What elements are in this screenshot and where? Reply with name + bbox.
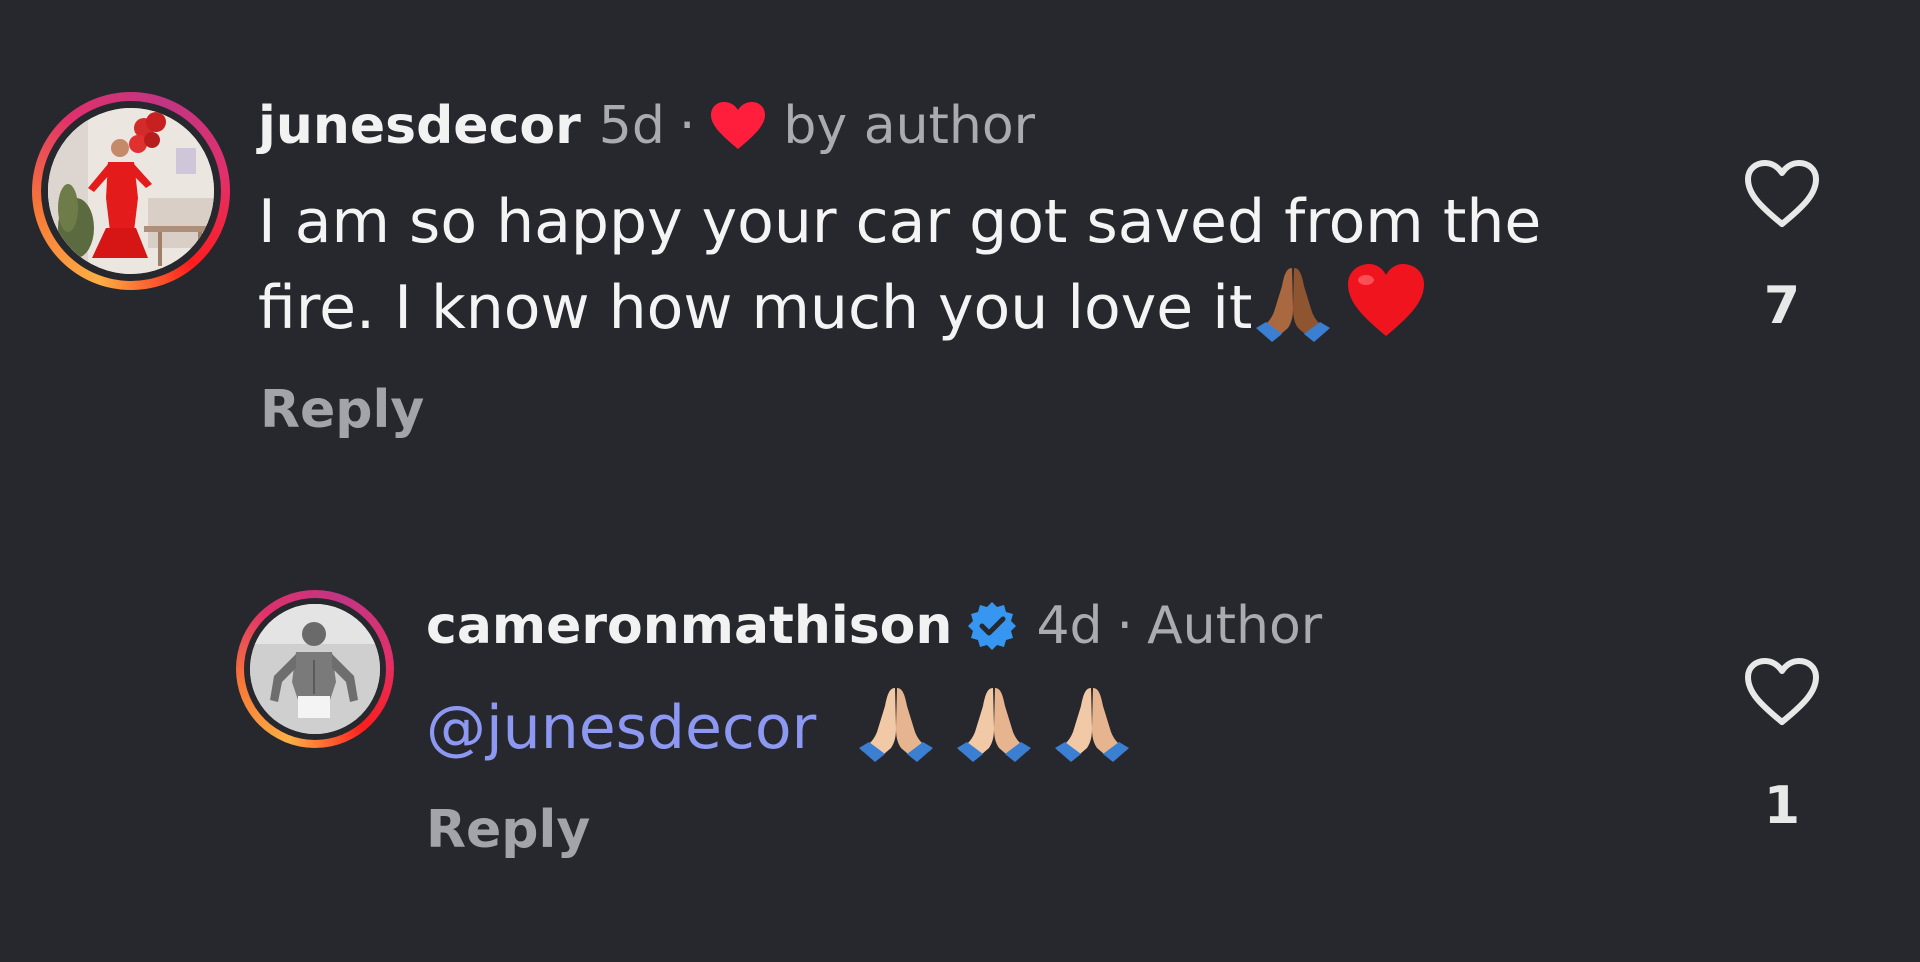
heart-outline-icon[interactable] bbox=[1742, 656, 1822, 728]
author-tag: Author bbox=[1147, 596, 1323, 656]
red-heart-emoji-icon bbox=[1344, 262, 1428, 340]
comment-header: junesdecor 5d · by author bbox=[258, 96, 1035, 156]
mention-link[interactable]: @junesdecor bbox=[426, 693, 816, 763]
timestamp: 5d bbox=[598, 96, 665, 156]
avatar-junesdecor[interactable] bbox=[32, 92, 230, 290]
avatar-photo bbox=[250, 604, 380, 734]
red-heart-icon bbox=[709, 101, 767, 151]
separator: · bbox=[1116, 596, 1134, 656]
username[interactable]: junesdecor bbox=[258, 96, 581, 156]
reply-button[interactable]: Reply bbox=[260, 380, 424, 440]
comment-text-line-2-wrap: fire. I know how much you love it bbox=[258, 262, 1541, 348]
comment-text-line-2: fire. I know how much you love it bbox=[258, 273, 1253, 343]
separator: · bbox=[678, 96, 696, 156]
avatar-photo bbox=[48, 108, 214, 274]
reply-button[interactable]: Reply bbox=[426, 800, 590, 860]
verified-badge-icon bbox=[966, 600, 1018, 652]
comment-text: @junesdecor bbox=[426, 682, 1133, 768]
liked-by-author-label: by author bbox=[783, 96, 1036, 156]
avatar-cameronmathison[interactable] bbox=[236, 590, 394, 748]
folded-hands-emoji-icon bbox=[1252, 262, 1334, 342]
folded-hands-emoji-icon bbox=[953, 682, 1035, 762]
username[interactable]: cameronmathison bbox=[426, 596, 952, 656]
comment-text: I am so happy your car got saved from th… bbox=[258, 182, 1541, 348]
like-count: 7 bbox=[1763, 276, 1801, 336]
comment-header: cameronmathison 4d · Author bbox=[426, 596, 1322, 656]
like-count: 1 bbox=[1763, 776, 1801, 836]
comment-text-line-1: I am so happy your car got saved from th… bbox=[258, 187, 1542, 257]
folded-hands-emoji-icon bbox=[1051, 682, 1133, 762]
heart-outline-icon[interactable] bbox=[1742, 158, 1822, 230]
comments-screen: junesdecor 5d · by author I am so happy … bbox=[0, 0, 1920, 962]
timestamp: 4d bbox=[1036, 596, 1103, 656]
folded-hands-emoji-icon bbox=[855, 682, 937, 762]
